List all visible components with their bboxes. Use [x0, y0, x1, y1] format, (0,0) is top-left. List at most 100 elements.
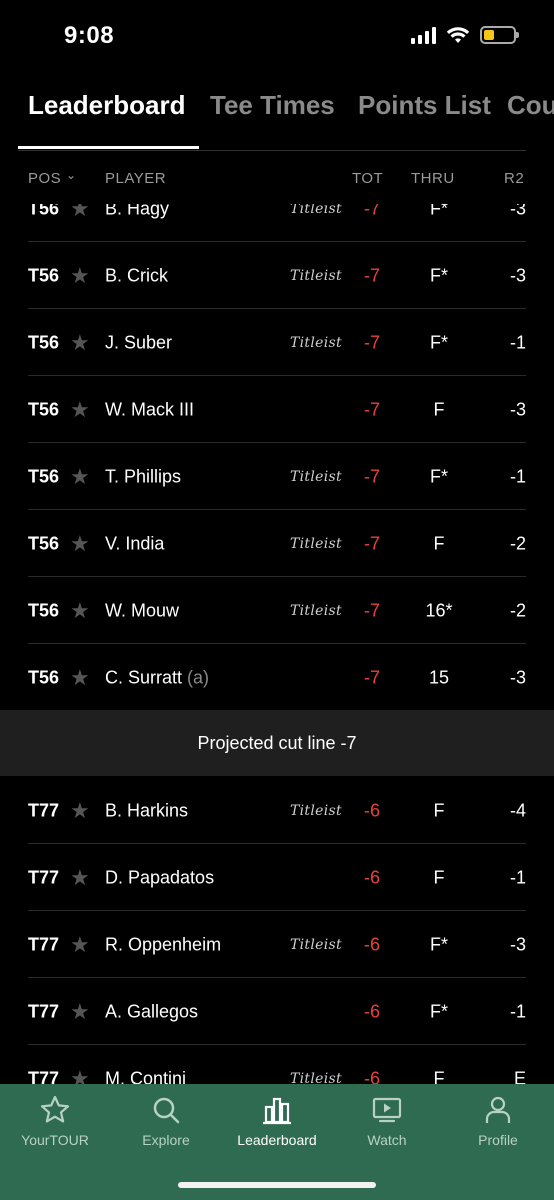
sponsor-logo: Titleist [290, 267, 342, 284]
total-score: -6 [364, 867, 381, 887]
favorite-star-icon[interactable]: ★ [70, 932, 90, 958]
round2-score: -1 [509, 867, 526, 887]
table-row[interactable]: T77 ★ R. Oppenheim Titleist -6 F* -3 [0, 911, 554, 978]
thru-value: 15 [428, 667, 450, 687]
table-row[interactable]: T56 ★ T. Phillips Titleist -7 F* -1 [0, 443, 554, 510]
table-row[interactable]: T56 ★ V. India Titleist -7 F -2 [0, 510, 554, 577]
tab-tee-times[interactable]: Tee Times [210, 90, 335, 121]
wifi-icon [446, 27, 470, 43]
round2-score: -4 [509, 800, 526, 820]
nav-label: Watch [367, 1132, 407, 1148]
watch-icon [372, 1097, 402, 1123]
player-name[interactable]: W. Mack III [105, 399, 194, 420]
table-row[interactable]: T56 ★ W. Mack III -7 F -3 [0, 376, 554, 443]
tabs-divider [18, 150, 526, 151]
favorite-star-icon[interactable]: ★ [70, 263, 90, 289]
position-label: T56 [28, 265, 60, 285]
player-name[interactable]: C. Surratt (a) [105, 667, 209, 688]
favorite-star-icon[interactable]: ★ [70, 330, 90, 356]
favorite-star-icon[interactable]: ★ [70, 397, 90, 423]
tab-leaderboard[interactable]: Leaderboard [28, 90, 186, 121]
player-name[interactable]: B. Crick [105, 265, 168, 286]
thru-value: F* [430, 265, 448, 285]
nav-item-watch[interactable]: Watch [332, 1094, 442, 1148]
table-row[interactable]: T56 ★ B. Crick Titleist -7 F* -3 [0, 242, 554, 309]
favorite-star-icon[interactable]: ★ [70, 598, 90, 624]
sponsor-logo: Titleist [290, 936, 342, 953]
tab-points-list[interactable]: Points List [358, 90, 491, 121]
table-row[interactable]: T56 ★ W. Mouw Titleist -7 16* -2 [0, 577, 554, 644]
favorite-star-icon[interactable]: ★ [70, 464, 90, 490]
player-name[interactable]: T. Phillips [105, 466, 181, 487]
player-name-text: B. Harkins [105, 800, 189, 820]
nav-item-explore[interactable]: Explore [111, 1094, 221, 1148]
amateur-badge: (a) [187, 667, 210, 687]
player-name[interactable]: V. India [105, 533, 164, 554]
sponsor-logo: Titleist [290, 1070, 342, 1085]
r2-column-header: R2 [504, 170, 525, 187]
player-name-text: B. Hagy [105, 204, 170, 218]
favorite-star-icon[interactable]: ★ [70, 1066, 90, 1085]
player-column-header: PLAYER [105, 170, 167, 187]
thru-column-header: THRU [411, 170, 455, 187]
chevron-down-icon[interactable]: ⌄ [66, 168, 77, 182]
cellular-signal-icon [411, 26, 436, 44]
nav-item-yourtour[interactable]: YourTOUR [0, 1094, 110, 1148]
player-name[interactable]: A. Gallegos [105, 1001, 198, 1022]
nav-item-profile[interactable]: Profile [443, 1094, 553, 1148]
player-name-text: A. Gallegos [105, 1001, 199, 1021]
table-row[interactable]: T77 ★ B. Harkins Titleist -6 F -4 [0, 777, 554, 844]
status-icons: ⚡ [411, 26, 519, 44]
favorite-star-icon[interactable]: ★ [70, 999, 90, 1025]
position-label: T77 [28, 1068, 60, 1084]
table-row[interactable]: T77 ★ M. Contini Titleist -6 F E [0, 1045, 554, 1085]
player-name[interactable]: D. Papadatos [105, 867, 214, 888]
thru-value: F* [430, 934, 448, 954]
favorite-star-icon[interactable]: ★ [70, 204, 90, 222]
player-name-text: W. Mouw [105, 600, 180, 620]
sponsor-logo: Titleist [290, 204, 342, 217]
nav-item-leaderboard[interactable]: Leaderboard [222, 1094, 332, 1148]
pos-column-header[interactable]: POS [28, 170, 61, 187]
favorite-star-icon[interactable]: ★ [70, 665, 90, 691]
position-label: T56 [28, 533, 60, 553]
profile-icon [485, 1096, 511, 1123]
round2-score: -3 [509, 934, 526, 954]
table-row[interactable]: T77 ★ D. Papadatos -6 F -1 [0, 844, 554, 911]
thru-value: 16* [425, 600, 453, 620]
player-name[interactable]: J. Suber [105, 332, 172, 353]
table-row[interactable]: T56 ★ J. Suber Titleist -7 F* -1 [0, 309, 554, 376]
total-score: -7 [364, 667, 381, 687]
player-name-text: R. Oppenheim [105, 934, 222, 954]
favorite-star-icon[interactable]: ★ [70, 531, 90, 557]
round2-score: E [513, 1068, 526, 1084]
table-row[interactable]: T56 ★ C. Surratt (a) -7 15 -3 [0, 644, 554, 711]
thru-value: F [433, 867, 445, 887]
round2-score: -2 [509, 600, 526, 620]
position-label: T56 [28, 332, 60, 352]
position-label: T56 [28, 399, 60, 419]
position-label: T56 [28, 600, 60, 620]
player-name[interactable]: R. Oppenheim [105, 934, 221, 955]
thru-value: F [433, 399, 445, 419]
player-name[interactable]: W. Mouw [105, 600, 179, 621]
thru-value: F [433, 533, 445, 553]
tot-column-header: TOT [352, 170, 384, 187]
favorite-star-icon[interactable]: ★ [70, 865, 90, 891]
tab-courses[interactable]: Cou [507, 90, 554, 121]
leaderboard-list[interactable]: T56 ★ B. Hagy Titleist -7 F* -3 T56 ★ B. Crick Tit… [0, 204, 554, 1084]
position-label: T77 [28, 800, 60, 820]
player-name[interactable]: B. Harkins [105, 800, 188, 821]
player-name[interactable]: B. Hagy [105, 204, 169, 219]
table-row[interactable]: T56 ★ B. Hagy Titleist -7 F* -3 [0, 204, 554, 242]
thru-value: F* [430, 332, 448, 352]
round2-score: -1 [509, 466, 526, 486]
player-name-text: D. Papadatos [105, 867, 215, 887]
player-name[interactable]: M. Contini [105, 1068, 186, 1084]
position-label: T56 [28, 204, 60, 218]
table-row[interactable]: T77 ★ A. Gallegos -6 F* -1 [0, 978, 554, 1045]
total-score: -6 [364, 800, 381, 820]
position-label: T56 [28, 466, 60, 486]
round2-score: -3 [509, 667, 526, 687]
favorite-star-icon[interactable]: ★ [70, 798, 90, 824]
